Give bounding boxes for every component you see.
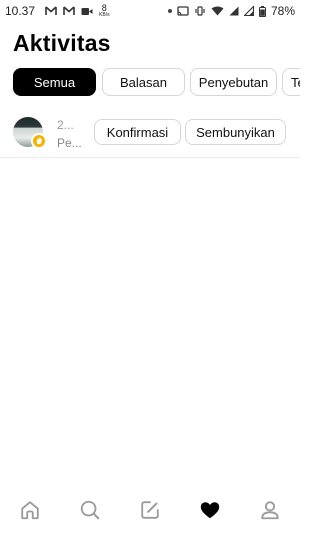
- battery-percent: 78%: [270, 4, 295, 18]
- wifi-icon: [211, 6, 224, 16]
- heart-icon[interactable]: [198, 498, 222, 522]
- activity-line1: 2...: [57, 118, 74, 132]
- page-title: Aktivitas: [13, 30, 111, 56]
- gmail-icon: [63, 6, 75, 16]
- network-speed-value: 8: [101, 2, 107, 13]
- confirm-button[interactable]: Konfirmasi: [94, 119, 181, 145]
- hide-button[interactable]: Sembunyikan: [185, 119, 286, 145]
- activity-text: 2... Pe...: [57, 116, 87, 152]
- activity-badge: [31, 133, 47, 149]
- tab-semua[interactable]: Semua: [13, 68, 96, 96]
- network-speed-unit: KB/s: [99, 11, 110, 18]
- gmail-icon: [45, 6, 57, 16]
- network-speed: 8 KB/s: [99, 2, 110, 18]
- video-icon: [81, 7, 93, 16]
- tab-penyebutan[interactable]: Penyebutan: [190, 68, 277, 96]
- signal-icon: [243, 6, 254, 16]
- activity-line2: Pe...: [57, 136, 82, 150]
- tab-balasan[interactable]: Balasan: [102, 68, 185, 96]
- battery-icon: [258, 5, 266, 17]
- status-bar: 10.37 8 KB/s 78%: [0, 0, 300, 22]
- compose-icon[interactable]: [138, 498, 162, 522]
- profile-icon[interactable]: [258, 498, 282, 522]
- dot-icon: [167, 9, 172, 13]
- hand-icon: [35, 132, 44, 150]
- status-time: 10.37: [5, 4, 36, 18]
- filter-tabs: Semua Balasan Penyebutan Te: [13, 68, 300, 96]
- search-icon[interactable]: [78, 498, 102, 522]
- cast-icon: [177, 6, 189, 16]
- vibrate-icon: [194, 6, 206, 16]
- tab-partial[interactable]: Te: [282, 68, 300, 96]
- activity-item[interactable]: 2... Pe... Konfirmasi Sembunyikan: [0, 110, 300, 158]
- bottom-nav: [0, 490, 300, 530]
- home-icon[interactable]: [18, 498, 42, 522]
- signal-icon: [229, 6, 239, 16]
